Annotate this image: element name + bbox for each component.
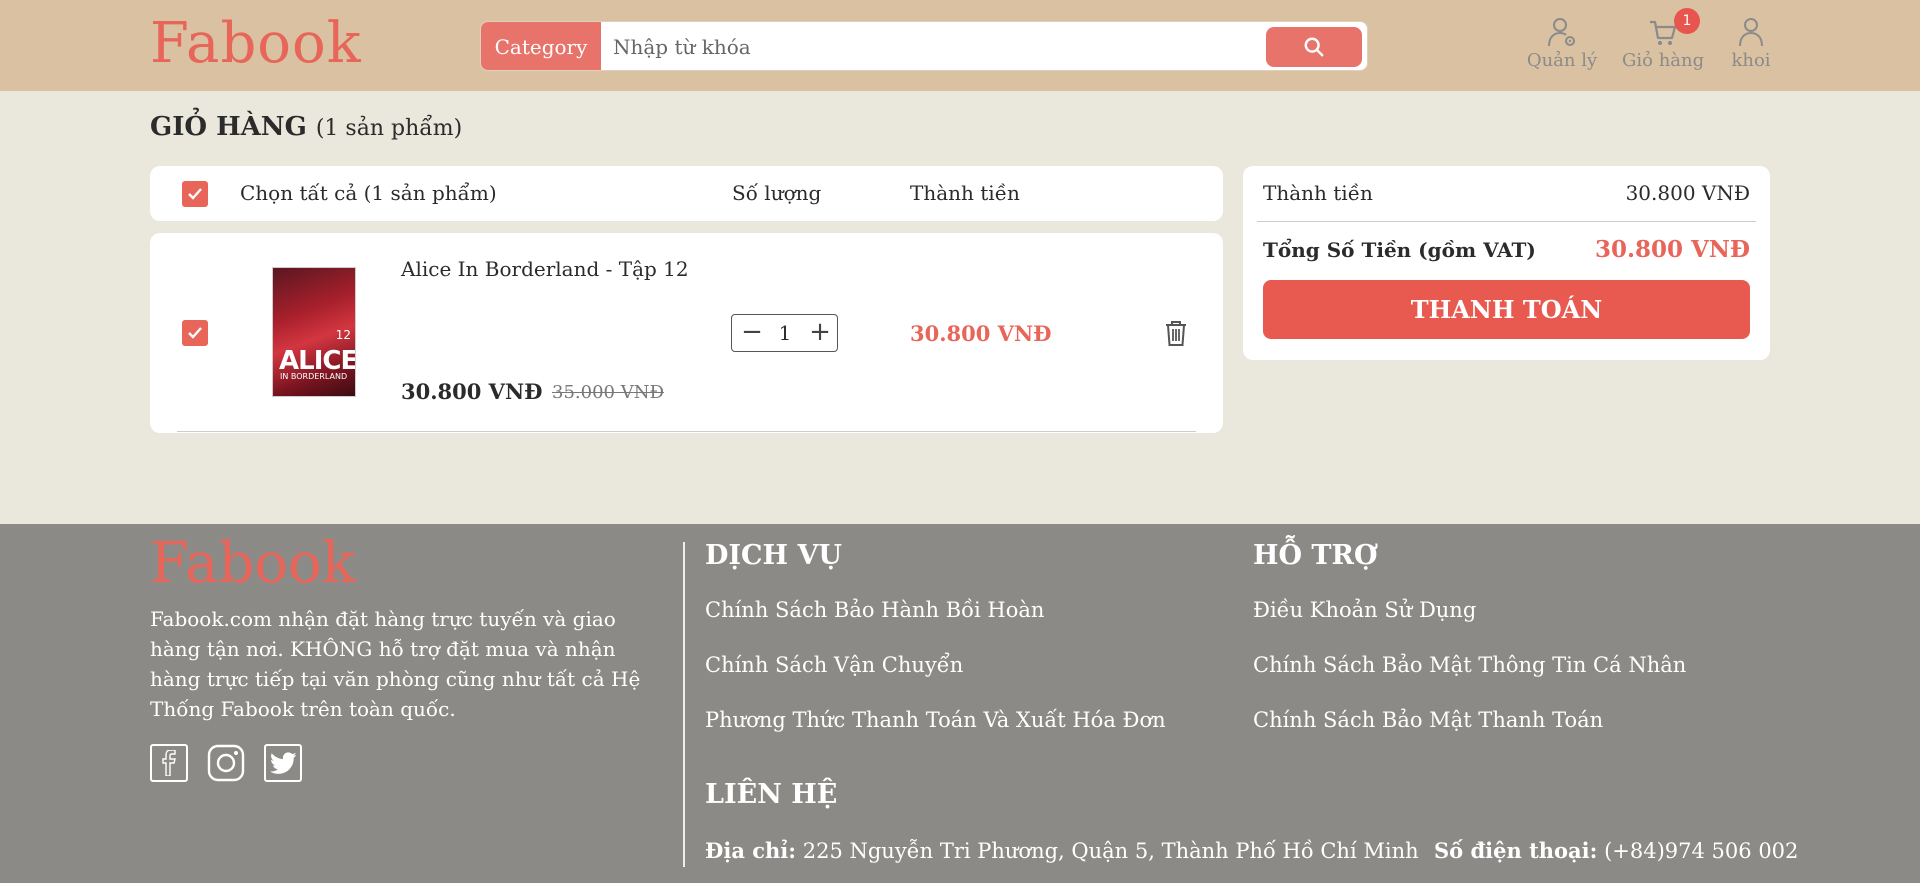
item-price: 30.800 VNĐ <box>401 379 543 404</box>
footer: Fabook Fabook.com nhận đặt hàng trực tuy… <box>0 524 1920 883</box>
book-cover-image[interactable]: 12 ALICE IN BORDERLAND <box>272 267 356 397</box>
checkout-button[interactable]: THANH TOÁN <box>1263 280 1750 339</box>
services-link[interactable]: Chính Sách Bảo Hành Bồi Hoàn <box>705 598 1044 622</box>
order-summary: Thành tiền 30.800 VNĐ Tổng Số Tiền (gồm … <box>1243 166 1770 360</box>
services-link[interactable]: Chính Sách Vận Chuyển <box>705 653 963 677</box>
subtotal-label: Thành tiền <box>1263 181 1373 205</box>
nav-user[interactable]: khoi <box>1728 14 1774 71</box>
cart-badge: 1 <box>1674 8 1700 34</box>
column-total: Thành tiền <box>910 181 1020 205</box>
check-icon <box>188 188 202 200</box>
cart-list-header: Chọn tất cả (1 sản phẩm) Số lượng Thành … <box>150 166 1223 221</box>
support-link[interactable]: Chính Sách Bảo Mật Thông Tin Cá Nhân <box>1253 653 1686 677</box>
quantity-stepper: − 1 + <box>731 314 838 352</box>
support-link[interactable]: Điều Khoản Sử Dụng <box>1253 598 1476 622</box>
user-settings-icon <box>1548 18 1575 47</box>
twitter-icon <box>270 752 296 774</box>
facebook-icon <box>162 750 176 776</box>
footer-divider <box>683 542 685 867</box>
contact-title: LIÊN HỆ <box>705 779 838 810</box>
trash-icon <box>1166 321 1186 346</box>
services-link[interactable]: Phương Thức Thanh Toán Và Xuất Hóa Đơn <box>705 708 1166 732</box>
item-line-total: 30.800 VNĐ <box>910 321 1052 346</box>
logo[interactable]: Fabook <box>150 12 362 76</box>
services-title: DỊCH VỤ <box>705 540 842 571</box>
item-old-price: 35.000 VNĐ <box>552 382 664 403</box>
address-label: Địa chỉ: <box>705 838 797 863</box>
select-all-label: Chọn tất cả (1 sản phẩm) <box>240 181 497 205</box>
twitter-button[interactable] <box>264 744 302 782</box>
total-value: 30.800 VNĐ <box>1594 236 1750 263</box>
header: Fabook Category Quản lý 1 Giỏ hàng khoi <box>0 0 1920 91</box>
phone-value[interactable]: (+84)974 506 002 <box>1604 839 1798 863</box>
support-title: HỖ TRỢ <box>1253 540 1378 571</box>
check-icon <box>188 327 202 339</box>
search-input[interactable] <box>613 32 1153 62</box>
nav-cart-label: Giỏ hàng <box>1622 50 1705 71</box>
subtotal-value: 30.800 VNĐ <box>1625 181 1750 205</box>
support-link[interactable]: Chính Sách Bảo Mật Thanh Toán <box>1253 708 1603 732</box>
search-button[interactable] <box>1266 27 1362 67</box>
cart-count: (1 sản phẩm) <box>315 116 463 141</box>
instagram-icon <box>207 744 245 782</box>
cart-item: 12 ALICE IN BORDERLAND Alice In Borderla… <box>150 233 1223 433</box>
total-label: Tổng Số Tiền (gồm VAT) <box>1263 238 1536 262</box>
nav-user-label: khoi <box>1731 50 1771 71</box>
page-title-text: GIỎ HÀNG <box>150 112 307 142</box>
user-icon <box>1739 18 1763 47</box>
footer-logo[interactable]: Fabook <box>150 532 356 596</box>
contact-phone: Số điện thoại: (+84)974 506 002 <box>1434 838 1798 863</box>
select-all-checkbox[interactable] <box>182 181 208 207</box>
page-title: GIỎ HÀNG (1 sản phẩm) <box>150 112 462 142</box>
phone-label: Số điện thoại: <box>1434 838 1598 863</box>
decrease-button[interactable]: − <box>738 319 766 347</box>
item-name[interactable]: Alice In Borderland - Tập 12 <box>401 257 689 281</box>
item-checkbox[interactable] <box>182 320 208 346</box>
search-icon <box>1304 37 1324 57</box>
nav-cart[interactable]: 1 Giỏ hàng <box>1622 8 1705 71</box>
nav-manage[interactable]: Quản lý <box>1525 14 1599 71</box>
instagram-button[interactable] <box>207 744 245 782</box>
cover-subtitle: IN BORDERLAND <box>280 372 348 381</box>
increase-button[interactable]: + <box>806 319 834 347</box>
category-button[interactable]: Category <box>481 22 601 70</box>
quantity-value[interactable]: 1 <box>770 321 800 345</box>
cover-volume: 12 <box>335 328 351 342</box>
facebook-button[interactable] <box>150 744 188 782</box>
summary-divider <box>1257 221 1756 222</box>
delete-button[interactable] <box>1163 319 1189 351</box>
item-divider <box>177 431 1196 432</box>
column-quantity: Số lượng <box>732 181 822 205</box>
footer-description: Fabook.com nhận đặt hàng trực tuyến và g… <box>150 607 641 721</box>
address-value: 225 Nguyễn Tri Phương, Quận 5, Thành Phố… <box>802 839 1419 863</box>
contact-address: Địa chỉ: 225 Nguyễn Tri Phương, Quận 5, … <box>705 838 1419 863</box>
nav-manage-label: Quản lý <box>1526 50 1598 71</box>
search-bar: Category <box>480 21 1368 71</box>
